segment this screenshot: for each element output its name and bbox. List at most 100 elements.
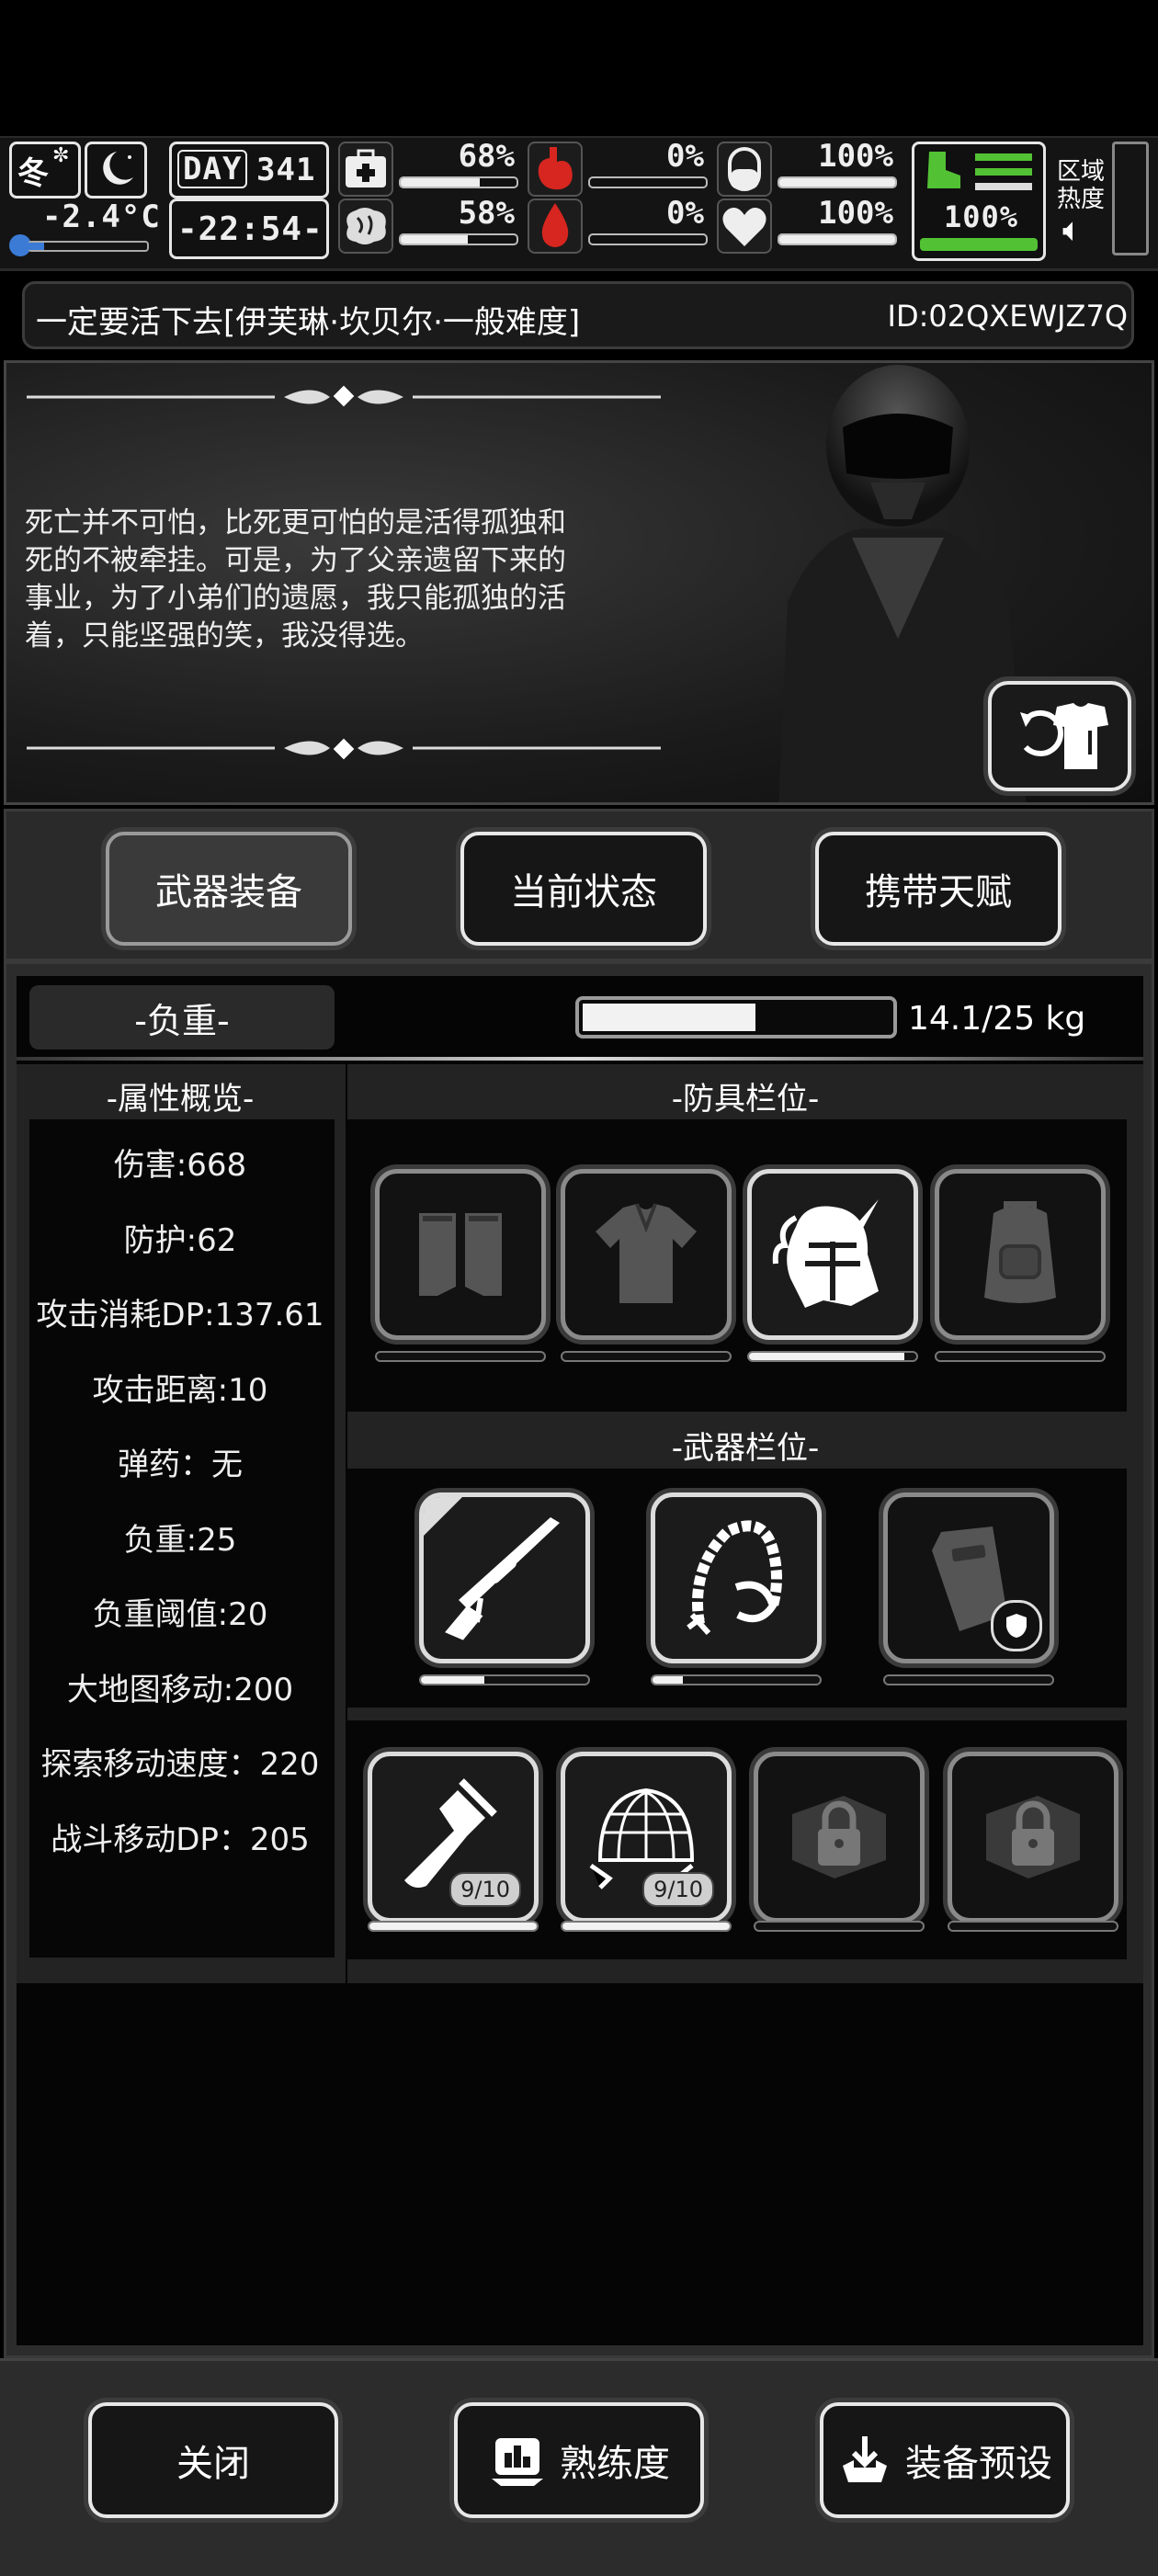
tab-carried-talents[interactable]: 携带天赋 bbox=[815, 832, 1062, 946]
consumable-durability-bar bbox=[754, 1921, 925, 1932]
bio-line: 死的不被牵挂。可是，为了父亲遗留下来的 bbox=[25, 544, 566, 577]
stamina-panel: 100% bbox=[912, 142, 1046, 261]
character-bio-panel: 死亡并不可怕，比死更可怕的是活得孤独和 死的不被牵挂。可是，为了父亲遗留下来的 … bbox=[4, 360, 1154, 805]
attribute-item: 探索移动速度：220 bbox=[40, 1746, 320, 1783]
armor-durability-bar bbox=[747, 1351, 918, 1362]
armor-durability-bar bbox=[375, 1351, 546, 1362]
consumable-durability-bar bbox=[368, 1921, 539, 1932]
load-label: -负重- bbox=[29, 985, 335, 1050]
stat-bar bbox=[399, 176, 518, 188]
weapon-durability-bar bbox=[419, 1674, 590, 1685]
stat-bar bbox=[588, 233, 708, 245]
status-bar: 冬 ✼ -2.4°C DAY 341 -22:54- 68% 0% 100% 5… bbox=[0, 136, 1158, 271]
consumable-slot[interactable]: 9/10 bbox=[368, 1752, 539, 1923]
bio-line: 死亡并不可怕，比死更可怕的是活得孤独和 bbox=[25, 506, 566, 539]
tab-weapons-equipment[interactable]: 武器装备 bbox=[106, 832, 352, 946]
tab-bar: 武器装备 当前状态 携带天赋 bbox=[4, 809, 1154, 961]
stat-value: 68% bbox=[458, 138, 515, 175]
attribute-item: 伤害:668 bbox=[113, 1147, 247, 1184]
consumable-slot[interactable]: 9/10 bbox=[561, 1752, 732, 1923]
vital-stat: 100% bbox=[717, 138, 901, 197]
day-label: DAY bbox=[177, 150, 248, 188]
weapon-slot[interactable] bbox=[883, 1492, 1054, 1663]
padlock-icon bbox=[973, 1777, 1093, 1897]
weapon-durability-bar bbox=[883, 1674, 1054, 1685]
temperature: -2.4°C bbox=[42, 199, 161, 235]
proficiency-button[interactable]: 熟练度 bbox=[454, 2402, 704, 2518]
podium-icon bbox=[492, 2438, 543, 2486]
tab-current-status[interactable]: 当前状态 bbox=[460, 832, 707, 946]
armor-slot[interactable] bbox=[375, 1169, 546, 1340]
preset-label: 装备预设 bbox=[905, 2443, 1052, 2485]
tag-corner-icon bbox=[424, 1497, 462, 1536]
unicorn-helmet-icon bbox=[768, 1190, 897, 1319]
top-ornament bbox=[27, 385, 661, 407]
stat-value: 0% bbox=[666, 138, 704, 175]
speaker-icon[interactable]: 🔈︎ bbox=[1062, 211, 1083, 250]
attribute-item: 攻击距离:10 bbox=[92, 1371, 268, 1409]
armor-slot[interactable] bbox=[561, 1169, 732, 1340]
time: -22:54- bbox=[177, 210, 324, 248]
season-box: 冬 ✼ bbox=[9, 142, 81, 199]
shirt-icon bbox=[586, 1195, 706, 1314]
save-id: ID:02QXEWJZ7Q bbox=[887, 299, 1128, 334]
clock: -22:54- bbox=[169, 199, 329, 259]
zone-heat-label-2: 热度 bbox=[1057, 186, 1106, 213]
divider bbox=[17, 1057, 1143, 1061]
season-label: 冬 bbox=[17, 155, 49, 192]
stat-bar bbox=[588, 176, 708, 188]
vital-stat: 100% bbox=[717, 195, 901, 254]
stamina-value: 100% bbox=[944, 199, 1019, 234]
weapon-durability-bar bbox=[651, 1674, 822, 1685]
armor-durability-bar bbox=[935, 1351, 1106, 1362]
title-bar: 一定要活下去[伊芙琳·坎贝尔·一般难度] ID:02QXEWJZ7Q bbox=[22, 281, 1134, 349]
load-value: 14.1/25 kg bbox=[908, 1000, 1086, 1038]
night-indicator bbox=[85, 142, 147, 199]
stat-bar bbox=[778, 233, 897, 245]
consumable-durability-bar bbox=[561, 1921, 732, 1932]
close-label: 关闭 bbox=[176, 2443, 250, 2485]
stat-bar bbox=[399, 233, 518, 245]
vital-stat: 0% bbox=[528, 195, 711, 254]
quantity-badge: 9/10 bbox=[642, 1872, 714, 1907]
attribute-item: 负重:25 bbox=[123, 1521, 237, 1559]
equipment-preset-button[interactable]: 装备预设 bbox=[820, 2402, 1070, 2518]
stamina-bar bbox=[920, 238, 1038, 251]
weapon-slot[interactable] bbox=[651, 1492, 822, 1663]
stat-value: 0% bbox=[666, 195, 704, 232]
armor-header: -防具栏位- bbox=[671, 1081, 820, 1118]
bio-line: 着，只能坚强的笑，我没得选。 bbox=[25, 619, 424, 653]
day-number: 341 bbox=[256, 152, 316, 188]
attribute-item: 大地图移动:200 bbox=[66, 1671, 294, 1708]
temperature-gauge bbox=[9, 234, 149, 256]
vital-stat: 68% bbox=[338, 138, 522, 197]
vital-stat: 58% bbox=[338, 195, 522, 254]
armor-slot[interactable] bbox=[747, 1169, 918, 1340]
stat-bar bbox=[778, 176, 897, 188]
download-tray-icon bbox=[843, 2436, 887, 2482]
boot-icon bbox=[927, 152, 960, 188]
consumable-slot[interactable] bbox=[948, 1752, 1118, 1923]
consumable-slot[interactable] bbox=[754, 1752, 925, 1923]
attributes-header: -属性概览- bbox=[106, 1081, 255, 1118]
bottom-ornament bbox=[27, 738, 661, 760]
close-button[interactable]: 关闭 bbox=[88, 2402, 338, 2518]
armor-durability-bar bbox=[561, 1351, 732, 1362]
backpack-icon bbox=[960, 1195, 1080, 1314]
outfit-swap-button[interactable] bbox=[988, 681, 1131, 791]
bio-line: 事业，为了小弟们的遗愿，我只能孤独的活 bbox=[25, 582, 566, 615]
shield-badge-icon bbox=[991, 1600, 1042, 1651]
day-counter: DAY 341 bbox=[169, 142, 329, 199]
stat-value: 100% bbox=[818, 138, 893, 175]
bio-text: 死亡并不可怕，比死更可怕的是活得孤独和 死的不被牵挂。可是，为了父亲遗留下来的 … bbox=[25, 505, 668, 655]
snowflake-icon: ✼ bbox=[52, 144, 70, 167]
quantity-badge: 9/10 bbox=[449, 1872, 521, 1907]
outfit-swap-icon bbox=[1020, 703, 1108, 769]
armor-slot[interactable] bbox=[935, 1169, 1106, 1340]
consumable-durability-bar bbox=[948, 1921, 1118, 1932]
vital-stat: 0% bbox=[528, 138, 711, 197]
weapon-slot[interactable] bbox=[419, 1492, 590, 1663]
attribute-item: 弹药：无 bbox=[118, 1447, 243, 1483]
moon-icon bbox=[103, 152, 133, 185]
padlock-icon bbox=[779, 1777, 899, 1897]
